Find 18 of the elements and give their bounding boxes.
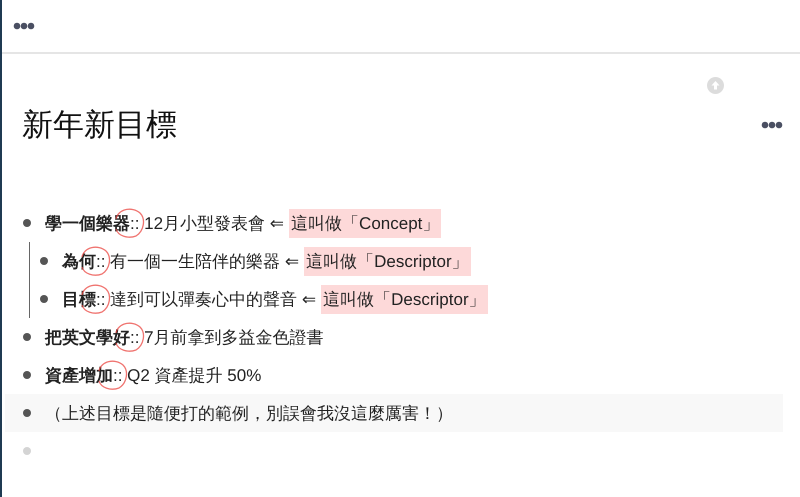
block-text: （上述目標是隨便打的範例，別誤會我沒這麼厲害！） xyxy=(45,402,453,424)
property-line: 目標:: 達到可以彈奏心中的聲音 ⇐ xyxy=(62,288,316,310)
bullet-icon[interactable] xyxy=(23,371,31,379)
page-title: 新年新目標 xyxy=(22,106,177,144)
highlighted-text: 這叫做「Concept」 xyxy=(289,208,442,238)
highlighted-text: 這叫做「Descriptor」 xyxy=(304,246,471,276)
more-icon[interactable] xyxy=(761,121,783,129)
property-line: 把英文學好:: 7月前拿到多益金色證書 xyxy=(45,326,324,348)
property-line: 為何:: 有一個一生陪伴的樂器 ⇐ xyxy=(62,250,300,272)
property-line: 學一個樂器:: 12月小型發表會 ⇐ xyxy=(45,212,284,234)
highlighted-text: 這叫做「Descriptor」 xyxy=(321,284,488,314)
bullet-icon[interactable] xyxy=(40,257,48,265)
bullet-icon[interactable] xyxy=(23,409,31,417)
bullet-icon[interactable] xyxy=(23,333,31,341)
bullet-icon[interactable] xyxy=(40,295,48,303)
bullet-icon[interactable] xyxy=(23,219,31,227)
property-line: 資產增加:: Q2 資產提升 50% xyxy=(45,364,262,386)
more-icon[interactable] xyxy=(13,22,35,30)
